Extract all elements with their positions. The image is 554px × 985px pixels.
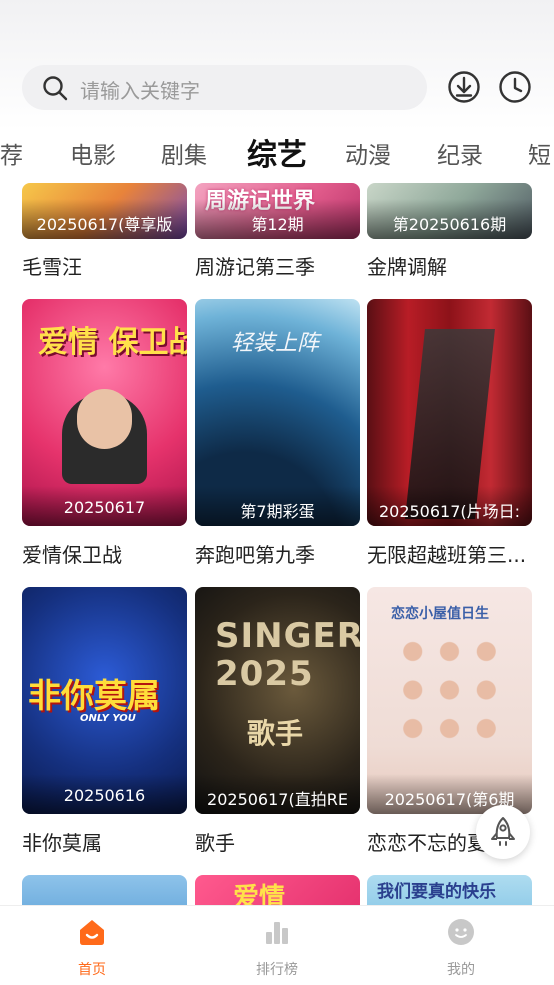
video-title: 毛雪汪 — [22, 255, 82, 279]
rocket-icon — [491, 817, 515, 846]
nav-label: 我的 — [447, 962, 475, 978]
tab-short[interactable]: 短 — [528, 136, 551, 170]
poster-image: 爱情 — [195, 875, 360, 905]
poster-cast-grid — [397, 635, 502, 745]
search-input[interactable]: 请输入关键字 — [80, 75, 200, 104]
nav-ranking[interactable]: 排行榜 — [217, 906, 337, 985]
poster-image: 非你莫属 ONLY YOU 20250616 — [22, 587, 187, 814]
back-to-top-button[interactable] — [476, 805, 530, 859]
poster-image: 爱情 保卫战 20250617 — [22, 299, 187, 526]
poster-art-text: 轻装上阵 — [231, 331, 320, 356]
poster-art-subtext: ONLY YOU — [80, 713, 136, 724]
poster-badge: 第7期彩蛋 — [195, 486, 360, 526]
search-bar[interactable]: 请输入关键字 — [22, 65, 427, 110]
poster-image: 第20250616期 — [367, 183, 532, 239]
poster-art-text: 非你莫属 — [28, 676, 160, 715]
poster-badge: 第20250616期 — [367, 199, 532, 239]
poster-badge: 20250617 — [22, 486, 187, 526]
poster-badge: 20250617(片场日: — [367, 486, 532, 526]
tab-movie[interactable]: 电影 — [70, 136, 116, 170]
content-grid: 20250617(尊享版 毛雪汪 周游记世界 第12期 周游记第三季 第2025… — [0, 183, 554, 905]
tab-documentary[interactable]: 纪录 — [437, 136, 483, 170]
video-title: 金牌调解 — [367, 255, 447, 279]
history-clock-icon[interactable] — [498, 70, 532, 104]
poster-image: 20250617(尊享版 — [22, 183, 187, 239]
poster-figure-face — [77, 389, 132, 449]
poster-image: 恋恋小屋值日生 20250617(第6期 — [367, 587, 532, 814]
poster-image: 20250617(片场日: — [367, 299, 532, 526]
poster-art-text: 爱情 — [233, 883, 286, 905]
tab-anime[interactable]: 动漫 — [345, 136, 391, 170]
nav-label: 排行榜 — [256, 962, 298, 978]
poster-art-text: 我们要真的快乐 — [377, 882, 496, 902]
nav-label: 首页 — [78, 962, 106, 978]
tab-series[interactable]: 剧集 — [161, 136, 207, 170]
poster-image: 轻装上阵 第7期彩蛋 — [195, 299, 360, 526]
poster-art-text: SINGER 2025 — [215, 616, 360, 694]
search-icon — [43, 76, 68, 101]
poster-badge: 20250617(尊享版 — [22, 199, 187, 239]
poster-art-text: 爱情 保卫战 — [38, 325, 187, 360]
poster-art-text: 恋恋小屋值日生 — [391, 606, 489, 622]
bottom-nav: 首页 排行榜 我的 — [0, 905, 554, 985]
category-tabs: 荐 电影 剧集 综艺 动漫 纪录 短 — [0, 130, 554, 174]
ranking-icon — [266, 922, 288, 944]
nav-profile[interactable]: 我的 — [401, 906, 521, 985]
video-title: 奔跑吧第九季 — [195, 543, 315, 567]
video-title: 周游记第三季 — [195, 255, 315, 279]
poster-badge: 20250616 — [22, 774, 187, 814]
poster-image — [22, 875, 187, 905]
nav-home[interactable]: 首页 — [32, 906, 152, 985]
video-title: 无限超越班第三... — [367, 543, 527, 567]
video-title: 歌手 — [195, 831, 235, 855]
poster-image: 周游记世界 第12期 — [195, 183, 360, 239]
poster-image: SINGER 2025 歌手 20250617(直拍RE — [195, 587, 360, 814]
poster-badge: 第12期 — [195, 199, 360, 239]
home-icon — [80, 920, 104, 945]
video-title: 爱情保卫战 — [22, 543, 122, 567]
poster-art-subtext: 歌手 — [247, 717, 304, 750]
poster-badge: 20250617(直拍RE — [195, 774, 360, 814]
video-title: 非你莫属 — [22, 831, 102, 855]
tab-recommend[interactable]: 荐 — [0, 136, 23, 170]
download-icon[interactable] — [447, 70, 481, 104]
tab-variety[interactable]: 综艺 — [247, 130, 307, 174]
poster-image: 我们要真的快乐 — [367, 875, 532, 905]
profile-icon — [448, 919, 474, 945]
